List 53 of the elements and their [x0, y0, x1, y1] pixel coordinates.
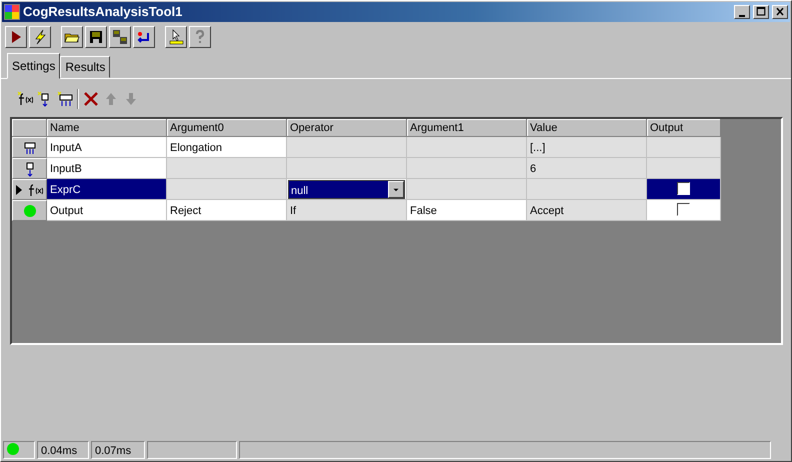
help-button[interactable]	[189, 26, 211, 48]
checkbox[interactable]	[677, 182, 690, 195]
column-header: Name	[47, 119, 167, 137]
table-cell[interactable]: InputB	[47, 158, 167, 179]
add-multi-input-icon[interactable]	[57, 91, 73, 107]
copy-button[interactable]	[109, 26, 131, 48]
table-cell[interactable]: Reject	[167, 200, 287, 221]
dropdown-button[interactable]	[388, 181, 404, 198]
table-cell[interactable]: False	[407, 200, 527, 221]
save-icon	[88, 29, 104, 45]
status-text: 0.04ms	[37, 441, 89, 459]
table-cell: If	[287, 200, 407, 221]
table-cell[interactable]: InputA	[47, 137, 167, 158]
dropdown-field[interactable]: null	[288, 180, 405, 199]
table-cell[interactable]: Elongation	[167, 137, 287, 158]
row-header[interactable]	[12, 158, 47, 179]
table-cell: Accept	[527, 200, 647, 221]
table-cell: [...]	[527, 137, 647, 158]
tab[interactable]: Settings	[7, 53, 60, 79]
add-expression-icon[interactable]	[17, 91, 33, 107]
open-folder-button[interactable]	[61, 26, 83, 48]
function-icon	[26, 182, 42, 198]
reset-icon	[136, 29, 152, 45]
maximize-icon	[755, 6, 767, 18]
reset-button[interactable]	[133, 26, 155, 48]
column-header: Operator	[287, 119, 407, 137]
maximize-button[interactable]	[753, 5, 769, 19]
row-header[interactable]	[12, 137, 47, 158]
column-header: Value	[527, 119, 647, 137]
lightning-button[interactable]	[29, 26, 51, 48]
table-cell: ExprC	[47, 179, 167, 200]
play-button[interactable]	[5, 26, 27, 48]
copy-icon	[112, 29, 128, 45]
minimize-icon	[739, 14, 745, 16]
column-header: Argument0	[167, 119, 287, 137]
row-header[interactable]	[12, 179, 47, 200]
close-button[interactable]	[772, 5, 788, 19]
window-title: CogResultsAnalysisTool1	[23, 3, 184, 22]
column-header: Output	[647, 119, 721, 137]
minimize-button[interactable]	[734, 5, 750, 19]
output-status-icon	[22, 202, 38, 218]
pointer-icon	[168, 29, 184, 45]
table-cell[interactable]: Output	[47, 200, 167, 221]
status-text: 0.07ms	[91, 441, 145, 459]
delete-icon[interactable]	[83, 91, 99, 107]
close-icon	[774, 6, 786, 18]
tab[interactable]: Results	[60, 56, 110, 78]
app-icon	[4, 4, 20, 20]
table-cell: 6	[527, 158, 647, 179]
pointer-button[interactable]	[165, 26, 187, 48]
column-header: Argument1	[407, 119, 527, 137]
multi-input-icon	[22, 140, 38, 156]
save-button[interactable]	[85, 26, 107, 48]
